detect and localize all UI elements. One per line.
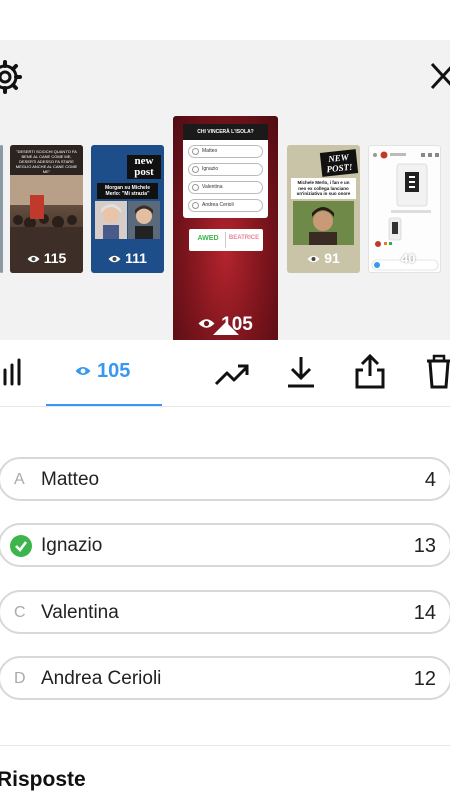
eye-icon bbox=[307, 251, 320, 267]
section-divider bbox=[0, 745, 450, 746]
tabs-divider bbox=[0, 406, 450, 407]
story-4-caption: Michele Merlo, i fan e un neo ex collega… bbox=[291, 178, 356, 199]
viewers-count: 105 bbox=[97, 360, 131, 383]
poll-sticker: Matteo Ignazio Valentina Andrea Cerioli bbox=[183, 140, 268, 218]
option-count: 14 bbox=[413, 602, 436, 624]
gear-icon[interactable] bbox=[0, 60, 22, 94]
option-letter: D bbox=[14, 670, 26, 687]
poll-sticker-option-label: Ignazio bbox=[202, 166, 219, 172]
poll-sticker-option: Andrea Cerioli bbox=[188, 199, 263, 212]
option-name: Andrea Cerioli bbox=[41, 668, 162, 689]
story-4-badge: NEW POST! bbox=[319, 149, 359, 177]
status-bar-area bbox=[0, 0, 450, 40]
eye-icon bbox=[27, 251, 40, 267]
story-2-view-count: 111 bbox=[125, 249, 147, 266]
poll-sticker-option-label: Valentina bbox=[202, 184, 223, 190]
check-icon bbox=[10, 535, 32, 557]
story-4-views: 91 bbox=[287, 250, 360, 267]
option-count: 4 bbox=[424, 469, 436, 491]
story-2-caption: Morgan su Michele Merlo: "Mi strazia" bbox=[97, 183, 158, 199]
poll-sticker-option: Ignazio bbox=[188, 163, 263, 176]
versus-sticker: AWED BEATRICE bbox=[189, 229, 263, 251]
story-2-views: 111 bbox=[91, 250, 164, 267]
poll-sticker-option-label: Matteo bbox=[202, 148, 218, 154]
story-1-view-count: 115 bbox=[43, 249, 67, 266]
download-icon[interactable] bbox=[286, 355, 316, 389]
story-2-photo-right bbox=[128, 201, 160, 239]
story-4-photo bbox=[293, 201, 354, 245]
poll-result-option[interactable]: A Matteo 4 bbox=[0, 457, 450, 501]
option-name: Matteo bbox=[41, 469, 100, 490]
option-name: Ignazio bbox=[41, 535, 103, 556]
story-1-caption-area: "DESERTI SCIOCHI QUANTO FA BENE AL CANE … bbox=[10, 145, 83, 175]
eye-icon bbox=[108, 251, 121, 267]
responses-title: Risposte bbox=[0, 768, 86, 791]
close-icon[interactable] bbox=[428, 60, 450, 92]
story-4-view-count: 91 bbox=[324, 249, 340, 266]
story-thumbnail-5[interactable]: 40 bbox=[368, 145, 441, 273]
poll-result-option[interactable]: C Valentina 14 bbox=[0, 590, 450, 634]
option-name: Valentina bbox=[41, 602, 119, 623]
poll-sticker-option: Valentina bbox=[188, 181, 263, 194]
story-thumbnail-2[interactable]: new post Morgan su Michele Merlo: "Mi st… bbox=[91, 145, 164, 273]
story-thumbnail-selected[interactable]: CHI VINCERÀ L'ISOLA? Matteo Ignazio Vale… bbox=[173, 116, 278, 342]
poll-sticker-option-label: Andrea Cerioli bbox=[202, 202, 234, 208]
story-1-views: 115 bbox=[10, 250, 83, 267]
option-letter: A bbox=[14, 471, 25, 488]
tab-viewers[interactable]: 105 bbox=[75, 360, 130, 388]
story-actions-bar: 105 bbox=[0, 340, 450, 408]
story-2-badge: new post bbox=[127, 155, 161, 179]
versus-right-label: BEATRICE bbox=[228, 235, 260, 241]
trash-icon[interactable] bbox=[425, 354, 450, 390]
bar-chart-icon[interactable] bbox=[0, 357, 24, 387]
poll-result-option-correct[interactable]: Ignazio 13 bbox=[0, 523, 450, 567]
versus-left-label: AWED bbox=[197, 235, 219, 242]
story-2-photo-left bbox=[95, 201, 127, 239]
story-1-caption: "DESERTI SCIOCHI QUANTO FA BENE AL CANE … bbox=[15, 149, 78, 174]
trending-up-icon[interactable] bbox=[214, 359, 250, 389]
stories-header: "DESERTI SCIOCHI QUANTO FA BENE AL CANE … bbox=[0, 40, 450, 342]
selection-pointer bbox=[213, 322, 239, 335]
option-count: 13 bbox=[413, 535, 436, 557]
story-5-view-count: 40 bbox=[401, 251, 416, 266]
option-letter: C bbox=[14, 604, 26, 621]
poll-result-option[interactable]: D Andrea Cerioli 12 bbox=[0, 656, 450, 700]
poll-question: CHI VINCERÀ L'ISOLA? bbox=[183, 124, 268, 140]
share-icon[interactable] bbox=[354, 353, 386, 390]
option-count: 12 bbox=[413, 668, 436, 690]
story-thumbnail-4[interactable]: NEW POST! Michele Merlo, i fan e un neo … bbox=[287, 145, 360, 273]
story-thumbnail-1[interactable]: "DESERTI SCIOCHI QUANTO FA BENE AL CANE … bbox=[10, 145, 83, 273]
eye-icon bbox=[75, 360, 91, 383]
poll-sticker-option: Matteo bbox=[188, 145, 263, 158]
story-thumbnail-edge[interactable] bbox=[0, 145, 3, 273]
